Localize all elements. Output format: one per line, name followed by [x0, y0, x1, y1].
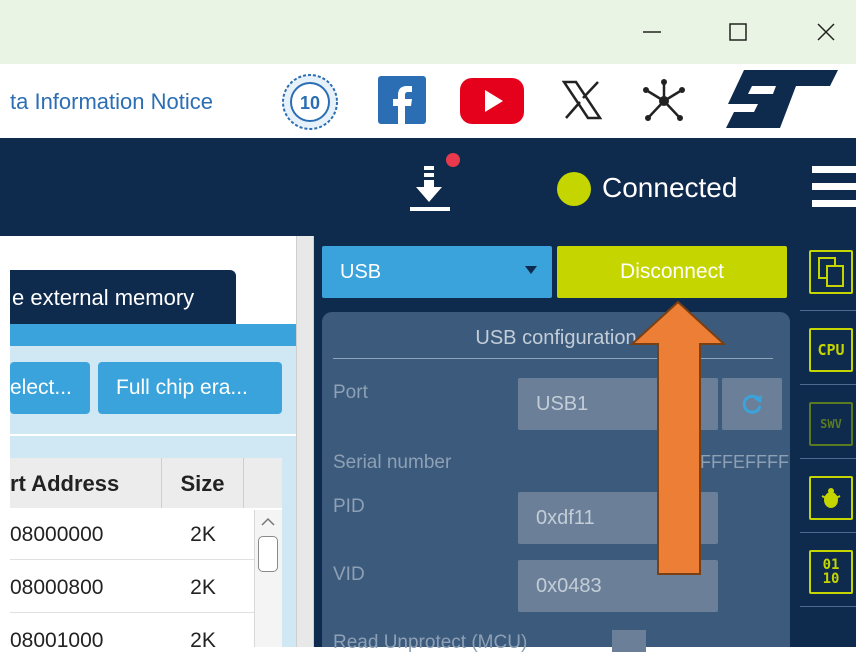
information-notice-link[interactable]: ta Information Notice [10, 89, 213, 115]
badge-number: 10 [300, 93, 320, 113]
read-unprotect-checkbox[interactable] [612, 630, 646, 652]
minimize-icon[interactable] [628, 10, 676, 54]
sidebar-separator [800, 458, 856, 459]
vid-label: VID [333, 564, 365, 585]
read-unprotect-label: Read Unprotect (MCU) [333, 632, 528, 653]
sidebar-separator [800, 532, 856, 533]
table-header-filler [244, 458, 282, 508]
youtube-icon[interactable] [460, 78, 524, 129]
table-cell-address: 08001000 [10, 629, 104, 652]
full-chip-erase-button[interactable]: Full chip era... [98, 362, 282, 414]
scroll-up-icon[interactable] [261, 514, 275, 532]
cpu-icon[interactable]: CPU [809, 328, 853, 372]
table-cell-size: 2K [190, 523, 216, 546]
pid-label: PID [333, 496, 365, 517]
serial-number-label: Serial number [333, 452, 452, 473]
memory-copy-icon[interactable] [809, 250, 853, 294]
close-icon[interactable] [802, 10, 850, 54]
download-notification-icon[interactable] [404, 152, 464, 221]
tab-external-memory[interactable]: e external memory [10, 270, 236, 324]
scrollbar-thumb[interactable] [258, 536, 278, 572]
table-header-address[interactable]: rt Address [10, 458, 162, 508]
binary-icon[interactable]: 01 10 [809, 550, 853, 594]
table-header-size[interactable]: Size [162, 458, 244, 508]
x-icon[interactable] [560, 78, 604, 127]
anniversary-badge-icon[interactable]: 10 [280, 72, 340, 137]
network-icon[interactable] [640, 78, 688, 129]
maximize-icon[interactable] [714, 10, 762, 54]
sidebar-separator [800, 606, 856, 607]
panel-splitter[interactable] [296, 236, 314, 647]
table-cell-size: 2K [190, 629, 216, 652]
sidebar-separator [800, 310, 856, 311]
select-button[interactable]: elect... [10, 362, 90, 414]
connection-status-dot [557, 172, 591, 206]
interface-select[interactable]: USB [322, 246, 552, 298]
table-cell-size: 2K [190, 576, 216, 599]
table-cell-address: 08000800 [10, 576, 104, 599]
connection-status-text: Connected [602, 172, 738, 203]
hamburger-menu-icon[interactable] [812, 164, 856, 215]
table-cell-address: 08000000 [10, 523, 104, 546]
port-label: Port [333, 382, 368, 403]
bug-icon[interactable] [809, 476, 853, 520]
facebook-icon[interactable] [378, 76, 426, 129]
annotation-arrow-icon [629, 300, 727, 585]
sidebar-separator [800, 384, 856, 385]
chevron-down-icon [525, 266, 537, 274]
disconnect-button[interactable]: Disconnect [557, 246, 787, 298]
st-logo-icon[interactable] [722, 68, 840, 135]
panel-strip [10, 324, 296, 346]
swv-icon[interactable]: SWV [809, 402, 853, 446]
refresh-icon [742, 394, 762, 414]
refresh-port-button[interactable] [722, 378, 782, 430]
